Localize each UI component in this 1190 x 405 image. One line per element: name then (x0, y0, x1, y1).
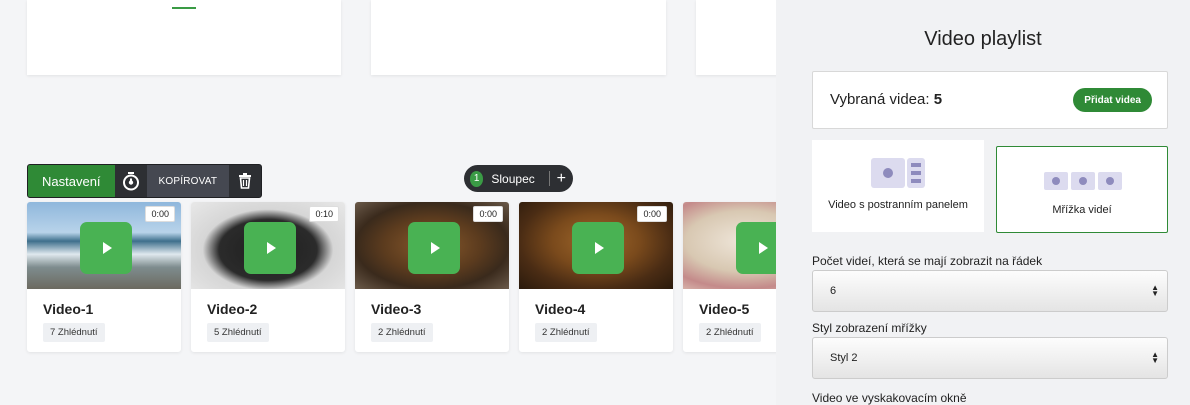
view-count-badge: 5 Zhlédnutí (207, 323, 269, 342)
play-icon[interactable] (736, 222, 776, 274)
selected-videos-box: Vybraná videa: 5 Přidat videa (812, 71, 1168, 129)
duration-badge: 0:10 (309, 206, 339, 222)
view-count-badge: 2 Zhlédnutí (371, 323, 433, 342)
popup-label: Video ve vyskakovacím okně (812, 391, 967, 405)
select-arrows-icon: ▲ ▼ (1151, 350, 1159, 365)
selected-videos-summary: Vybraná videa: 5 (830, 91, 942, 108)
grid-layout-icon (1044, 172, 1122, 190)
layout-option-label: Video s postranním panelem (828, 199, 968, 211)
element-toolbar: Nastavení KOPÍROVAT (27, 164, 263, 198)
grid-style-value: Styl 2 (830, 352, 858, 364)
add-column-button[interactable]: + (550, 170, 573, 188)
video-card[interactable]: 0:00 Video-1 7 Zhlédnutí (27, 202, 181, 352)
column-control[interactable]: 1 Sloupec + (464, 165, 573, 192)
layout-option-sidebar[interactable]: Video s postranním panelem (812, 140, 984, 232)
duration-badge: 0:00 (473, 206, 503, 222)
view-count-badge: 2 Zhlédnutí (699, 323, 761, 342)
select-arrows-icon: ▲ ▼ (1151, 283, 1159, 298)
copy-button[interactable]: KOPÍROVAT (146, 165, 230, 197)
view-count-badge: 7 Zhlédnutí (43, 323, 105, 342)
settings-panel: Video playlist Vybraná videa: 5 Přidat v… (776, 0, 1190, 405)
video-thumbnail[interactable]: 0:00 (355, 202, 509, 289)
video-title: Video-2 (207, 301, 258, 317)
video-card[interactable]: 0:10 Video-2 5 Zhlédnutí (191, 202, 345, 352)
duration-badge: 0:00 (637, 206, 667, 222)
duration-badge: 0:00 (145, 206, 175, 222)
grid-style-label: Styl zobrazení mřížky (812, 321, 927, 335)
video-thumbnail[interactable]: 0:00 (519, 202, 673, 289)
per-row-label: Počet videí, která se mají zobrazit na ř… (812, 254, 1043, 268)
video-card[interactable]: Video-5 2 Zhlédnutí (683, 202, 776, 352)
selected-videos-count: 5 (933, 91, 943, 108)
video-title: Video-1 (43, 301, 94, 317)
content-card (696, 0, 776, 75)
per-row-select[interactable]: 6 ▲ ▼ (812, 270, 1168, 312)
video-thumbnail[interactable] (683, 202, 776, 289)
video-card[interactable]: 0:00 Video-4 2 Zhlédnutí (519, 202, 673, 352)
timer-icon[interactable] (115, 165, 147, 197)
play-icon[interactable] (244, 222, 296, 274)
content-card (371, 0, 666, 75)
column-label: Sloupec (491, 171, 535, 186)
grid-style-select[interactable]: Styl 2 ▲ ▼ (812, 337, 1168, 379)
play-icon[interactable] (80, 222, 132, 274)
layout-option-grid[interactable]: Mřížka videí (996, 146, 1168, 233)
video-title: Video-3 (371, 301, 422, 317)
add-videos-button[interactable]: Přidat videa (1073, 88, 1152, 112)
selected-videos-label: Vybraná videa: (830, 91, 930, 108)
play-icon[interactable] (408, 222, 460, 274)
video-title: Video-5 (699, 301, 750, 317)
trash-icon[interactable] (229, 165, 261, 197)
content-card (27, 0, 341, 75)
view-count-badge: 2 Zhlédnutí (535, 323, 597, 342)
settings-button[interactable]: Nastavení (28, 165, 115, 197)
layout-option-label: Mřížka videí (1052, 204, 1112, 216)
column-number: 1 (470, 170, 484, 187)
video-title: Video-4 (535, 301, 586, 317)
sidebar-layout-icon (871, 158, 925, 188)
video-card[interactable]: 0:00 Video-3 2 Zhlédnutí (355, 202, 509, 352)
video-thumbnail[interactable]: 0:10 (191, 202, 345, 289)
panel-title: Video playlist (924, 28, 1042, 50)
divider (172, 7, 196, 9)
per-row-value: 6 (830, 285, 837, 297)
page-canvas: Nastavení KOPÍROVAT 1 Sloupec + 0:00 Vid… (0, 0, 776, 405)
video-thumbnail[interactable]: 0:00 (27, 202, 181, 289)
play-icon[interactable] (572, 222, 624, 274)
